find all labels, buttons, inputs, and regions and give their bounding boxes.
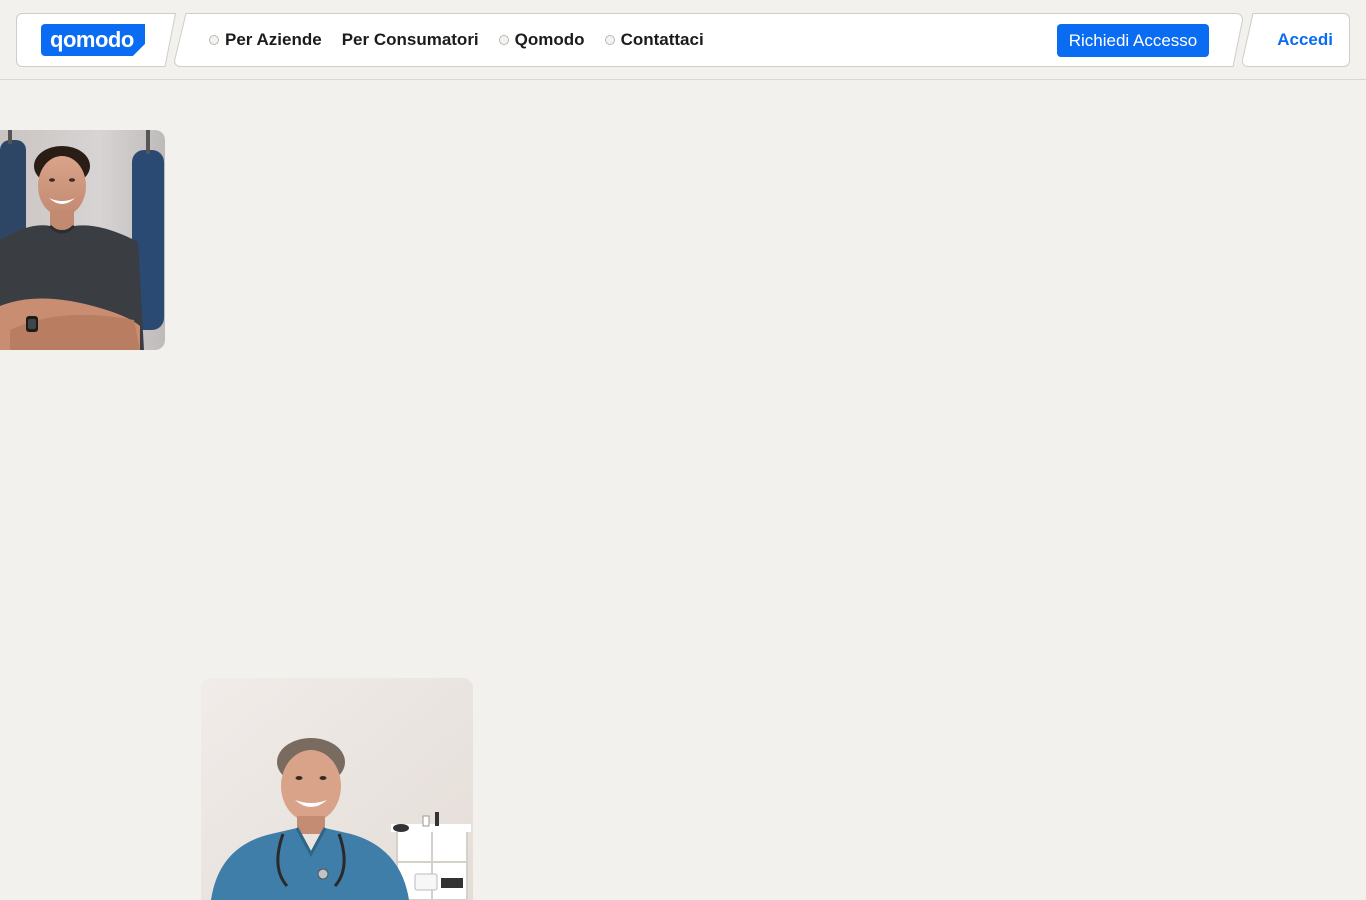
request-access-button[interactable]: Richiedi Accesso — [1057, 24, 1209, 57]
logo-wordmark: qomodo — [50, 27, 134, 52]
photo-young-man-gym — [0, 130, 165, 350]
main-navigation: Per Aziende Per Consumatori Qomodo Conta… — [174, 13, 1244, 67]
login-container: Accedi — [1242, 13, 1350, 67]
nav-item-per-consumatori[interactable]: Per Consumatori — [342, 30, 479, 50]
site-header: qomodo Per Aziende Per Consumatori Qomod… — [0, 0, 1366, 80]
nav-item-label: Per Consumatori — [341, 30, 479, 49]
photo-doctor-clinic — [201, 678, 473, 900]
nav-item-label: Qomodo — [514, 30, 585, 49]
dropdown-dot-icon — [209, 35, 219, 45]
nav-item-label: Per Aziende — [225, 30, 322, 49]
nav-item-qomodo[interactable]: Qomodo — [498, 30, 585, 50]
nav-item-contattaci[interactable]: Contattaci — [604, 30, 704, 50]
login-link[interactable]: Accedi — [1277, 13, 1333, 67]
dropdown-dot-icon — [498, 35, 509, 45]
nav-item-label: Contattaci — [620, 30, 704, 49]
dropdown-dot-icon — [604, 35, 615, 45]
logo-container[interactable]: qomodo — [16, 13, 176, 67]
nav-item-per-aziende[interactable]: Per Aziende — [209, 30, 322, 50]
